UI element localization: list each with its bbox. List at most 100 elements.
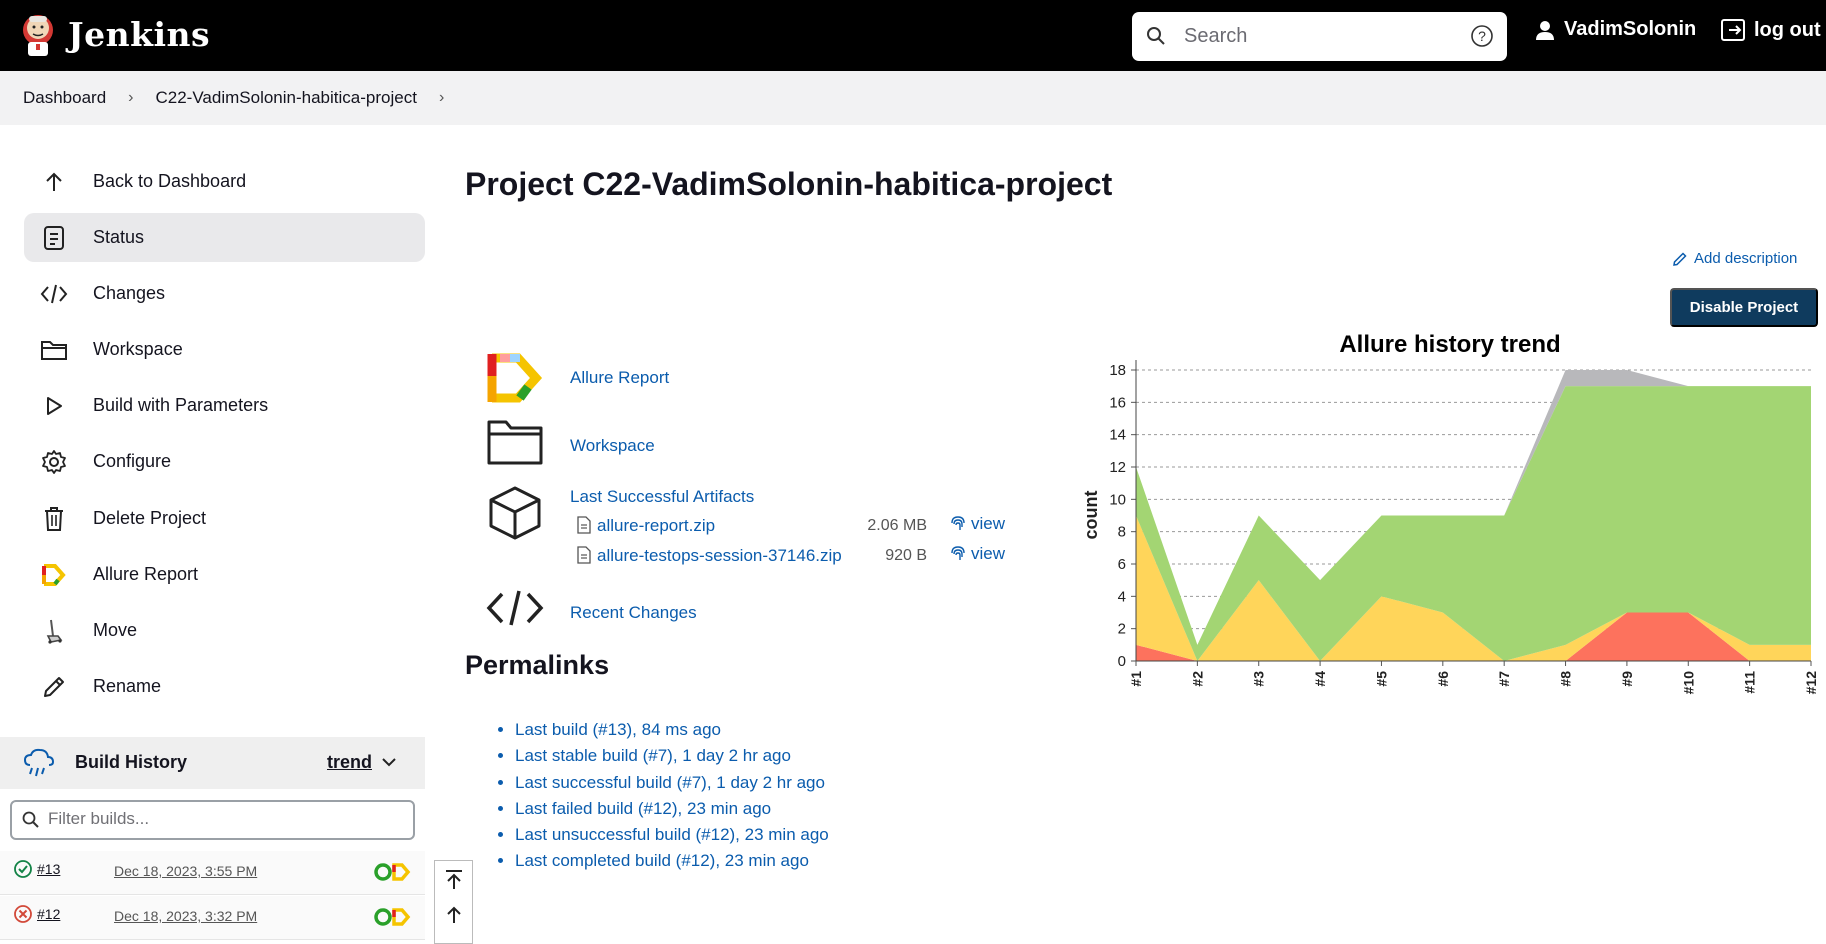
- breadcrumb-chevron-icon[interactable]: ›: [128, 89, 133, 107]
- build-row[interactable]: #13 Dec 18, 2023, 3:55 PM: [0, 851, 425, 895]
- chevron-down-icon[interactable]: [380, 755, 398, 769]
- build-history-header: Build History trend: [0, 737, 425, 789]
- chart-x-tick-label: #5: [1373, 671, 1389, 687]
- build-date-link[interactable]: Dec 18, 2023, 3:32 PM: [114, 908, 257, 924]
- document-icon: [39, 223, 69, 253]
- breadcrumb-project[interactable]: C22-VadimSolonin-habitica-project: [156, 88, 417, 108]
- chart-x-tick-label: #3: [1251, 671, 1267, 687]
- breadcrumb-dashboard[interactable]: Dashboard: [23, 88, 106, 108]
- build-history-trend-link[interactable]: trend: [327, 752, 372, 773]
- build-row[interactable]: #12 Dec 18, 2023, 3:32 PM: [0, 896, 425, 940]
- file-icon: [577, 516, 591, 534]
- filter-builds-input[interactable]: [48, 809, 398, 829]
- permalink-link[interactable]: Last stable build (#7), 1 day 2 hr ago: [515, 746, 791, 765]
- permalinks-title: Permalinks: [465, 650, 610, 680]
- permalinks-list: Last build (#13), 84 ms ago Last stable …: [500, 720, 829, 878]
- chart-y-tick-label: 10: [1109, 491, 1126, 508]
- code-icon: [486, 590, 544, 626]
- sidebar-item-move[interactable]: Move: [24, 606, 425, 655]
- scroll-to-top-icon[interactable]: [444, 869, 464, 891]
- chart-x-tick-label: #9: [1619, 671, 1635, 687]
- permalink-link[interactable]: Last completed build (#12), 23 min ago: [515, 851, 809, 870]
- search-icon: [22, 811, 39, 828]
- permalink-link[interactable]: Last successful build (#7), 1 day 2 hr a…: [515, 773, 825, 792]
- search-icon: [1147, 27, 1165, 45]
- sidebar-item-rename[interactable]: Rename: [24, 662, 425, 711]
- page-title: Project C22-VadimSolonin-habitica-projec…: [465, 166, 1113, 202]
- svg-text:?: ?: [1478, 28, 1486, 44]
- fingerprint-icon: [951, 546, 965, 560]
- permalink-item[interactable]: Last stable build (#7), 1 day 2 hr ago: [515, 746, 829, 772]
- artifact-view-link[interactable]: view: [949, 544, 1005, 564]
- artifact-size: 920 B: [885, 547, 927, 564]
- permalink-item[interactable]: Last build (#13), 84 ms ago: [515, 720, 829, 746]
- pencil-icon: [1673, 251, 1687, 266]
- permalink-item[interactable]: Last unsuccessful build (#12), 23 min ag…: [515, 825, 829, 851]
- sidebar-item-delete-project[interactable]: Delete Project: [24, 494, 425, 543]
- permalink-item[interactable]: Last failed build (#12), 23 min ago: [515, 799, 829, 825]
- chart-x-tick-label: #4: [1312, 671, 1328, 687]
- sidebar-item-label: Changes: [93, 283, 166, 303]
- scroll-controls: [434, 860, 473, 944]
- chart-x-tick-label: #2: [1189, 671, 1205, 687]
- allure-history-trend-chart[interactable]: Allure history trend 0 2 4 6 8 10 12 14 16 18 #1 #2 #…: [1075, 320, 1826, 710]
- last-successful-artifacts-link[interactable]: Last Successful Artifacts: [570, 487, 754, 507]
- sidebar-item-label: Status: [93, 227, 145, 247]
- help-icon[interactable]: ?: [1470, 24, 1494, 48]
- permalink-link[interactable]: Last failed build (#12), 23 min ago: [515, 799, 771, 818]
- artifact-link[interactable]: allure-report.zip: [597, 516, 715, 536]
- jenkins-logo[interactable]: Jenkins: [20, 10, 210, 58]
- trash-icon: [39, 504, 69, 534]
- sidebar-item-label: Configure: [93, 451, 172, 471]
- sidebar-item-label: Move: [93, 620, 138, 640]
- sidebar-item-label: Back to Dashboard: [93, 171, 247, 191]
- artifact-view-label: view: [971, 514, 1006, 533]
- recent-changes-link[interactable]: Recent Changes: [570, 603, 697, 623]
- allure-badge-icon[interactable]: [372, 861, 412, 883]
- pencil-icon: [39, 672, 69, 702]
- chart-y-tick-label: 14: [1109, 427, 1126, 444]
- sidebar-item-build-with-parameters[interactable]: Build with Parameters: [24, 381, 425, 430]
- workspace-link[interactable]: Workspace: [570, 436, 655, 456]
- allure-report-link[interactable]: Allure Report: [570, 368, 669, 388]
- search-input[interactable]: [1184, 22, 1454, 50]
- build-number-link[interactable]: #12: [37, 906, 60, 922]
- search-box[interactable]: ?: [1132, 12, 1507, 61]
- sidebar-item-configure[interactable]: Configure: [24, 437, 425, 486]
- permalink-link[interactable]: Last unsuccessful build (#12), 23 min ag…: [515, 825, 829, 844]
- build-number-link[interactable]: #13: [37, 861, 60, 877]
- artifact-link[interactable]: allure-testops-session-37146.zip: [597, 546, 842, 566]
- build-date-link[interactable]: Dec 18, 2023, 3:55 PM: [114, 863, 257, 879]
- permalink-link[interactable]: Last build (#13), 84 ms ago: [515, 720, 721, 739]
- chart-y-tick-label: 4: [1118, 588, 1126, 605]
- chart-x-tick-label: #10: [1680, 671, 1696, 695]
- top-header: Jenkins ? VadimSolonin log out: [0, 0, 1826, 71]
- sidebar-item-allure-report[interactable]: Allure Report: [24, 550, 425, 599]
- sidebar-item-back-to-dashboard[interactable]: Back to Dashboard: [24, 157, 425, 206]
- chart-y-tick-label: 8: [1118, 524, 1126, 541]
- permalink-item[interactable]: Last completed build (#12), 23 min ago: [515, 851, 829, 877]
- sidebar-item-workspace[interactable]: Workspace: [24, 325, 425, 374]
- chart-title: Allure history trend: [1339, 331, 1560, 358]
- fingerprint-icon: [951, 516, 965, 530]
- folder-icon: [487, 420, 543, 465]
- permalink-item[interactable]: Last successful build (#7), 1 day 2 hr a…: [515, 773, 829, 799]
- chart-x-tick-label: #6: [1435, 671, 1451, 687]
- sidebar-item-label: Build with Parameters: [93, 395, 269, 415]
- failed-status-icon: [14, 905, 32, 923]
- logout-label: log out: [1754, 18, 1821, 41]
- build-history-title: Build History: [75, 752, 188, 772]
- code-icon: [39, 279, 69, 309]
- sidebar-item-changes[interactable]: Changes: [24, 269, 425, 318]
- allure-badge-icon[interactable]: [372, 906, 412, 928]
- logout-link[interactable]: log out: [1720, 18, 1821, 42]
- chart-y-tick-label: 0: [1118, 653, 1126, 670]
- breadcrumb: Dashboard › C22-VadimSolonin-habitica-pr…: [0, 71, 1826, 125]
- filter-builds-field[interactable]: [10, 800, 415, 840]
- scroll-up-icon[interactable]: [444, 905, 464, 925]
- breadcrumb-chevron-icon[interactable]: ›: [439, 89, 444, 107]
- user-link[interactable]: VadimSolonin: [1534, 18, 1696, 41]
- artifact-view-link[interactable]: view: [949, 514, 1005, 534]
- add-description-link[interactable]: Add description: [1672, 250, 1797, 267]
- sidebar-item-status[interactable]: Status: [24, 213, 425, 262]
